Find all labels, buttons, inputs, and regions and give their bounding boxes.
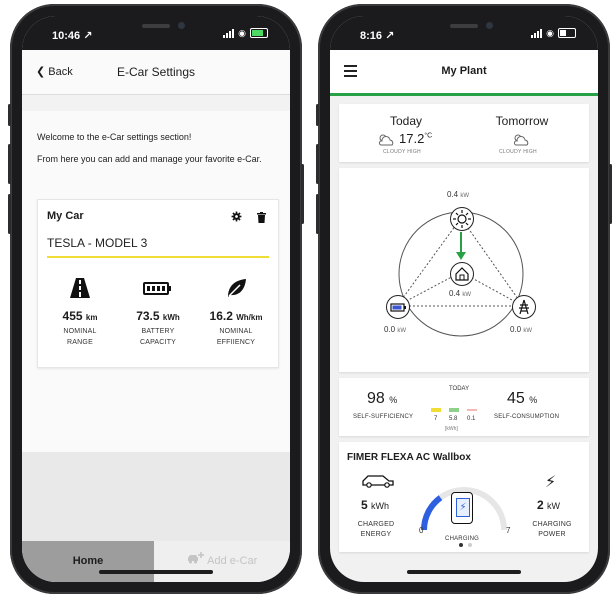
stat-value: 16.2 Wh/km: [209, 309, 263, 323]
bar-grid-value: 0.1: [467, 416, 476, 422]
welcome-line: Welcome to the e-Car settings section!: [37, 132, 192, 142]
volume-down-button: [316, 194, 319, 234]
battery-status-icon: [558, 28, 576, 38]
today-label: TODAY: [449, 386, 470, 392]
right-phone: 8:16 ↗ ◉ My Plant Today Tomorrow 17.2°C …: [316, 4, 612, 594]
tab-add-ecar[interactable]: Add e-Car: [154, 541, 290, 582]
charged-energy-value: 5 kWh: [361, 498, 390, 512]
side-button: [609, 164, 612, 224]
stat-value: 455 km: [62, 309, 98, 323]
car-model: TESLA - MODEL 3: [47, 236, 148, 250]
notch: [96, 16, 216, 42]
solar-power-value: 0.4 kW: [447, 190, 470, 199]
weather-tomorrow-desc: CLOUDY HIGH: [499, 149, 537, 155]
status-icons: ◉: [531, 28, 576, 38]
charging-power-value: 2 kW: [537, 498, 561, 512]
tab-add-label: Add e-Car: [207, 555, 258, 567]
wifi-icon: ◉: [546, 27, 554, 38]
trash-icon[interactable]: [257, 210, 266, 228]
lightning-icon: ⚡: [545, 474, 557, 491]
weather-today-temp: 17.2°C: [399, 131, 433, 146]
left-phone: 10:46 ↗ ◉ ❮ Back E-Car Settings Welcome …: [8, 4, 304, 594]
home-power-value: 0.4 kW: [449, 289, 472, 298]
status-time: 8:16 ↗: [360, 30, 395, 42]
leaf-icon: [198, 278, 274, 303]
page-title: My Plant: [441, 65, 487, 77]
self-sufficiency-label: SELF-SUFFICIENCY: [353, 414, 414, 420]
stat-label: BATTERY CAPACITY: [139, 328, 177, 346]
charging-power-label: CHARGING POWER: [532, 521, 572, 538]
pager-dots[interactable]: [459, 543, 472, 547]
intro-line: From here you can add and manage your fa…: [37, 154, 262, 164]
wifi-icon: ◉: [238, 27, 246, 38]
mute-switch: [316, 104, 319, 126]
weather-today-label: Today: [389, 114, 423, 128]
stat-battery-capacity: 73.5 kWh BATTERY CAPACITY: [120, 278, 196, 348]
nav-bar: My Plant: [330, 50, 598, 96]
car-plus-icon: [187, 552, 207, 567]
nav-bar: ❮ Back E-Car Settings: [22, 50, 290, 95]
self-sufficiency-value: 98 %: [367, 390, 398, 407]
power-flow-panel: 0.4 kW 0.4 kW 0.0 kW 0.0 kW: [339, 168, 589, 372]
weather-tomorrow-label: Tomorrow: [495, 114, 549, 128]
self-consumption-label: SELF-CONSUMPTION: [494, 414, 560, 420]
grid-power-value: 0.0 kW: [510, 325, 533, 334]
sun-icon: [450, 207, 474, 231]
status-time: 10:46 ↗: [52, 30, 93, 42]
stat-nominal-efficiency: 16.2 Wh/km NOMINAL EFFIIENCY: [198, 278, 274, 348]
notch: [404, 16, 524, 42]
welcome-text: Welcome to the e-Car settings section! F…: [37, 131, 277, 166]
volume-up-button: [8, 144, 11, 184]
battery-icon: [120, 278, 196, 303]
car-card-title: My Car: [47, 210, 84, 222]
side-button: [301, 164, 304, 224]
signal-icon: [223, 28, 235, 38]
home-indicator: [99, 570, 213, 574]
stat-nominal-range: 455 km NOMINAL RANGE: [42, 278, 118, 348]
weather-panel: Today Tomorrow 17.2°C CLOUDY HIGH CLOUDY…: [339, 104, 589, 162]
mute-switch: [8, 104, 11, 126]
stat-label: NOMINAL RANGE: [63, 328, 97, 346]
page-title: E-Car Settings: [116, 65, 196, 79]
battery-status-icon: [250, 28, 268, 38]
battery-power-value: 0.0 kW: [384, 325, 407, 334]
wallbox-title: FIMER FLEXA AC Wallbox: [347, 452, 471, 463]
bar-consumed: [449, 408, 459, 412]
stat-value: 73.5 kWh: [136, 309, 180, 323]
bottom-area: Home Add e-Car: [22, 452, 290, 582]
wallbox-panel: FIMER FLEXA AC Wallbox 5 kWh CHARGED ENER…: [339, 442, 589, 552]
car-icon: [361, 474, 395, 493]
battery-storage-icon: [386, 295, 410, 319]
weather-today-desc: CLOUDY HIGH: [383, 149, 421, 155]
right-screen: 8:16 ↗ ◉ My Plant Today Tomorrow 17.2°C …: [330, 16, 598, 582]
signal-icon: [531, 28, 543, 38]
road-icon: [42, 278, 118, 303]
bar-produced-value: 7: [434, 416, 438, 422]
settings-content: Welcome to the e-Car settings section! F…: [22, 111, 290, 452]
stat-label: NOMINAL EFFIIENCY: [216, 328, 256, 346]
self-consumption-value: 45 %: [507, 390, 538, 407]
bar-grid: [467, 409, 477, 411]
status-icons: ◉: [223, 28, 268, 38]
bar-consumed-value: 5.8: [449, 416, 458, 422]
volume-down-button: [8, 194, 11, 234]
tab-home[interactable]: Home: [22, 541, 154, 582]
car-card: My Car TESLA - MODEL 3 455 km NOMINAL RAN…: [37, 199, 279, 368]
home-indicator: [407, 570, 521, 574]
wallbox-device-icon: ⚡: [451, 492, 473, 524]
left-screen: 10:46 ↗ ◉ ❮ Back E-Car Settings Welcome …: [22, 16, 290, 582]
volume-up-button: [316, 144, 319, 184]
house-icon: [450, 262, 474, 286]
tab-home-label: Home: [72, 555, 104, 567]
gauge-max: 7: [506, 526, 511, 535]
self-summary-panel: 98 % SELF-SUFFICIENCY TODAY 7 5.8 0.1 [k…: [339, 378, 589, 436]
bar-unit: [kWh]: [445, 426, 458, 432]
gauge-min: 0: [419, 526, 424, 535]
grid-tower-icon: [512, 295, 536, 319]
bar-produced: [431, 408, 441, 412]
header-gap: [22, 95, 290, 111]
model-underline: [47, 256, 269, 258]
charged-energy-label: CHARGED ENERGY: [357, 521, 395, 538]
gear-icon[interactable]: [231, 209, 242, 227]
